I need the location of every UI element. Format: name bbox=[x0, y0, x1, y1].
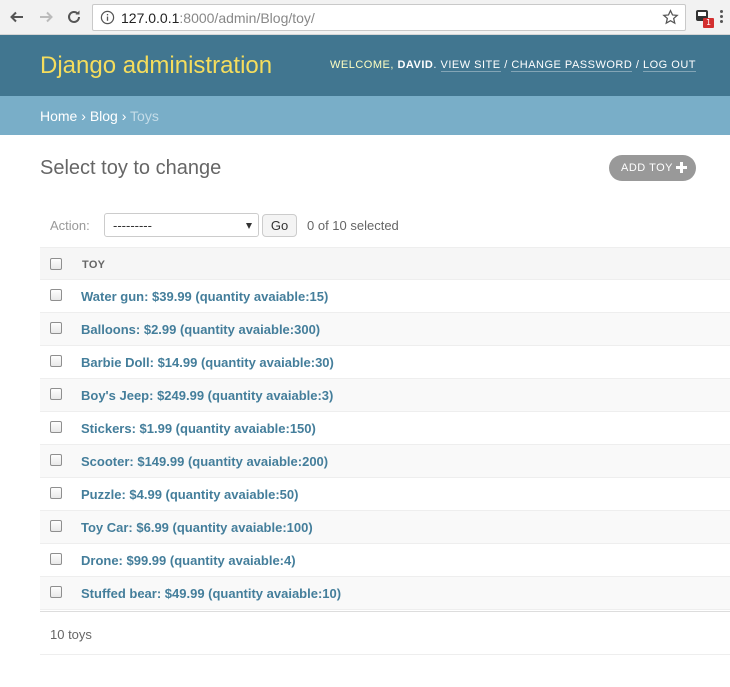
row-checkbox[interactable] bbox=[50, 355, 62, 367]
row-checkbox[interactable] bbox=[50, 487, 62, 499]
toy-link[interactable]: Water gun: $39.99 (quantity avaiable:15) bbox=[81, 289, 328, 304]
toy-link[interactable]: Toy Car: $6.99 (quantity avaiable:100) bbox=[81, 520, 313, 535]
back-button[interactable] bbox=[6, 6, 28, 28]
log-out-link[interactable]: Log out bbox=[642, 59, 696, 72]
toy-link[interactable]: Boy's Jeep: $249.99 (quantity avaiable:3… bbox=[81, 388, 333, 403]
action-label: Action: bbox=[50, 218, 90, 233]
extension-badge: 1 bbox=[703, 18, 714, 28]
breadcrumb-home[interactable]: Home bbox=[40, 108, 77, 124]
admin-header: Django administration Welcome, David. Vi… bbox=[0, 35, 730, 96]
user-tools: Welcome, David. View site / Change passw… bbox=[329, 59, 696, 72]
plus-icon bbox=[676, 162, 687, 173]
forward-button[interactable] bbox=[35, 6, 57, 28]
row-checkbox[interactable] bbox=[50, 520, 62, 532]
address-bar[interactable]: 127.0.0.1:8000/admin/Blog/toy/ bbox=[92, 4, 686, 31]
table-body: Water gun: $39.99 (quantity avaiable:15)… bbox=[40, 280, 730, 610]
row-checkbox[interactable] bbox=[50, 421, 62, 433]
row-checkbox[interactable] bbox=[50, 388, 62, 400]
toy-link[interactable]: Stickers: $1.99 (quantity avaiable:150) bbox=[81, 421, 316, 436]
toy-link[interactable]: Barbie Doll: $14.99 (quantity avaiable:3… bbox=[81, 355, 334, 370]
breadcrumb-current: Toys bbox=[130, 108, 159, 124]
info-icon[interactable] bbox=[100, 10, 115, 25]
url-host: 127.0.0.1 bbox=[121, 10, 180, 26]
row-checkbox[interactable] bbox=[50, 553, 62, 565]
action-selected-option: --------- bbox=[113, 218, 152, 233]
url-text: 127.0.0.1:8000/admin/Blog/toy/ bbox=[121, 10, 315, 26]
table-row: Barbie Doll: $14.99 (quantity avaiable:3… bbox=[40, 346, 730, 379]
go-button[interactable]: Go bbox=[262, 214, 297, 237]
change-password-link[interactable]: Change password bbox=[511, 59, 633, 72]
action-select[interactable]: --------- bbox=[104, 213, 259, 237]
breadcrumb: Home › Blog › Toys bbox=[0, 96, 730, 135]
toy-link[interactable]: Drone: $99.99 (quantity avaiable:4) bbox=[81, 553, 296, 568]
table-row: Puzzle: $4.99 (quantity avaiable:50) bbox=[40, 478, 730, 511]
table-row: Water gun: $39.99 (quantity avaiable:15) bbox=[40, 280, 730, 313]
forward-arrow-icon bbox=[40, 11, 53, 23]
table-row: Drone: $99.99 (quantity avaiable:4) bbox=[40, 544, 730, 577]
actions-bar: Action: --------- Go 0 of 10 selected bbox=[40, 207, 730, 246]
url-path: :8000/admin/Blog/toy/ bbox=[179, 10, 315, 26]
reload-button[interactable] bbox=[63, 6, 85, 28]
bookmark-star-icon[interactable] bbox=[662, 9, 679, 26]
table-row: Stuffed bear: $49.99 (quantity avaiable:… bbox=[40, 577, 730, 610]
table-row: Boy's Jeep: $249.99 (quantity avaiable:3… bbox=[40, 379, 730, 412]
site-branding[interactable]: Django administration bbox=[40, 52, 272, 80]
results-table: Toy Water gun: $39.99 (quantity avaiable… bbox=[40, 247, 730, 610]
toy-link[interactable]: Stuffed bear: $49.99 (quantity avaiable:… bbox=[81, 586, 341, 601]
select-all-checkbox[interactable] bbox=[50, 258, 62, 270]
row-checkbox[interactable] bbox=[50, 454, 62, 466]
table-row: Balloons: $2.99 (quantity avaiable:300) bbox=[40, 313, 730, 346]
add-toy-button[interactable]: Add toy bbox=[609, 155, 696, 181]
column-header-toy[interactable]: Toy bbox=[82, 259, 105, 271]
username: David bbox=[397, 59, 434, 71]
toy-link[interactable]: Balloons: $2.99 (quantity avaiable:300) bbox=[81, 322, 320, 337]
toy-link[interactable]: Scooter: $149.99 (quantity avaiable:200) bbox=[81, 454, 328, 469]
extension-button[interactable]: 1 bbox=[694, 7, 714, 28]
view-site-link[interactable]: View site bbox=[440, 59, 501, 72]
browser-toolbar: 127.0.0.1:8000/admin/Blog/toy/ 1 bbox=[0, 0, 730, 35]
chevron-down-icon bbox=[246, 223, 252, 229]
result-count: 10 toys bbox=[50, 627, 92, 642]
row-checkbox[interactable] bbox=[50, 586, 62, 598]
table-row: Stickers: $1.99 (quantity avaiable:150) bbox=[40, 412, 730, 445]
page-title: Select toy to change bbox=[40, 157, 222, 179]
row-checkbox[interactable] bbox=[50, 289, 62, 301]
browser-menu-button[interactable] bbox=[720, 10, 724, 26]
table-row: Toy Car: $6.99 (quantity avaiable:100) bbox=[40, 511, 730, 544]
table-row: Scooter: $149.99 (quantity avaiable:200) bbox=[40, 445, 730, 478]
selection-counter: 0 of 10 selected bbox=[307, 218, 399, 233]
row-checkbox[interactable] bbox=[50, 322, 62, 334]
paginator: 10 toys bbox=[40, 611, 730, 655]
toy-link[interactable]: Puzzle: $4.99 (quantity avaiable:50) bbox=[81, 487, 298, 502]
table-header: Toy bbox=[40, 247, 730, 280]
back-arrow-icon bbox=[10, 11, 23, 23]
reload-icon bbox=[68, 10, 80, 23]
add-toy-label: Add toy bbox=[621, 162, 673, 174]
welcome-text: Welcome, bbox=[329, 59, 394, 71]
breadcrumb-app[interactable]: Blog bbox=[90, 108, 118, 124]
